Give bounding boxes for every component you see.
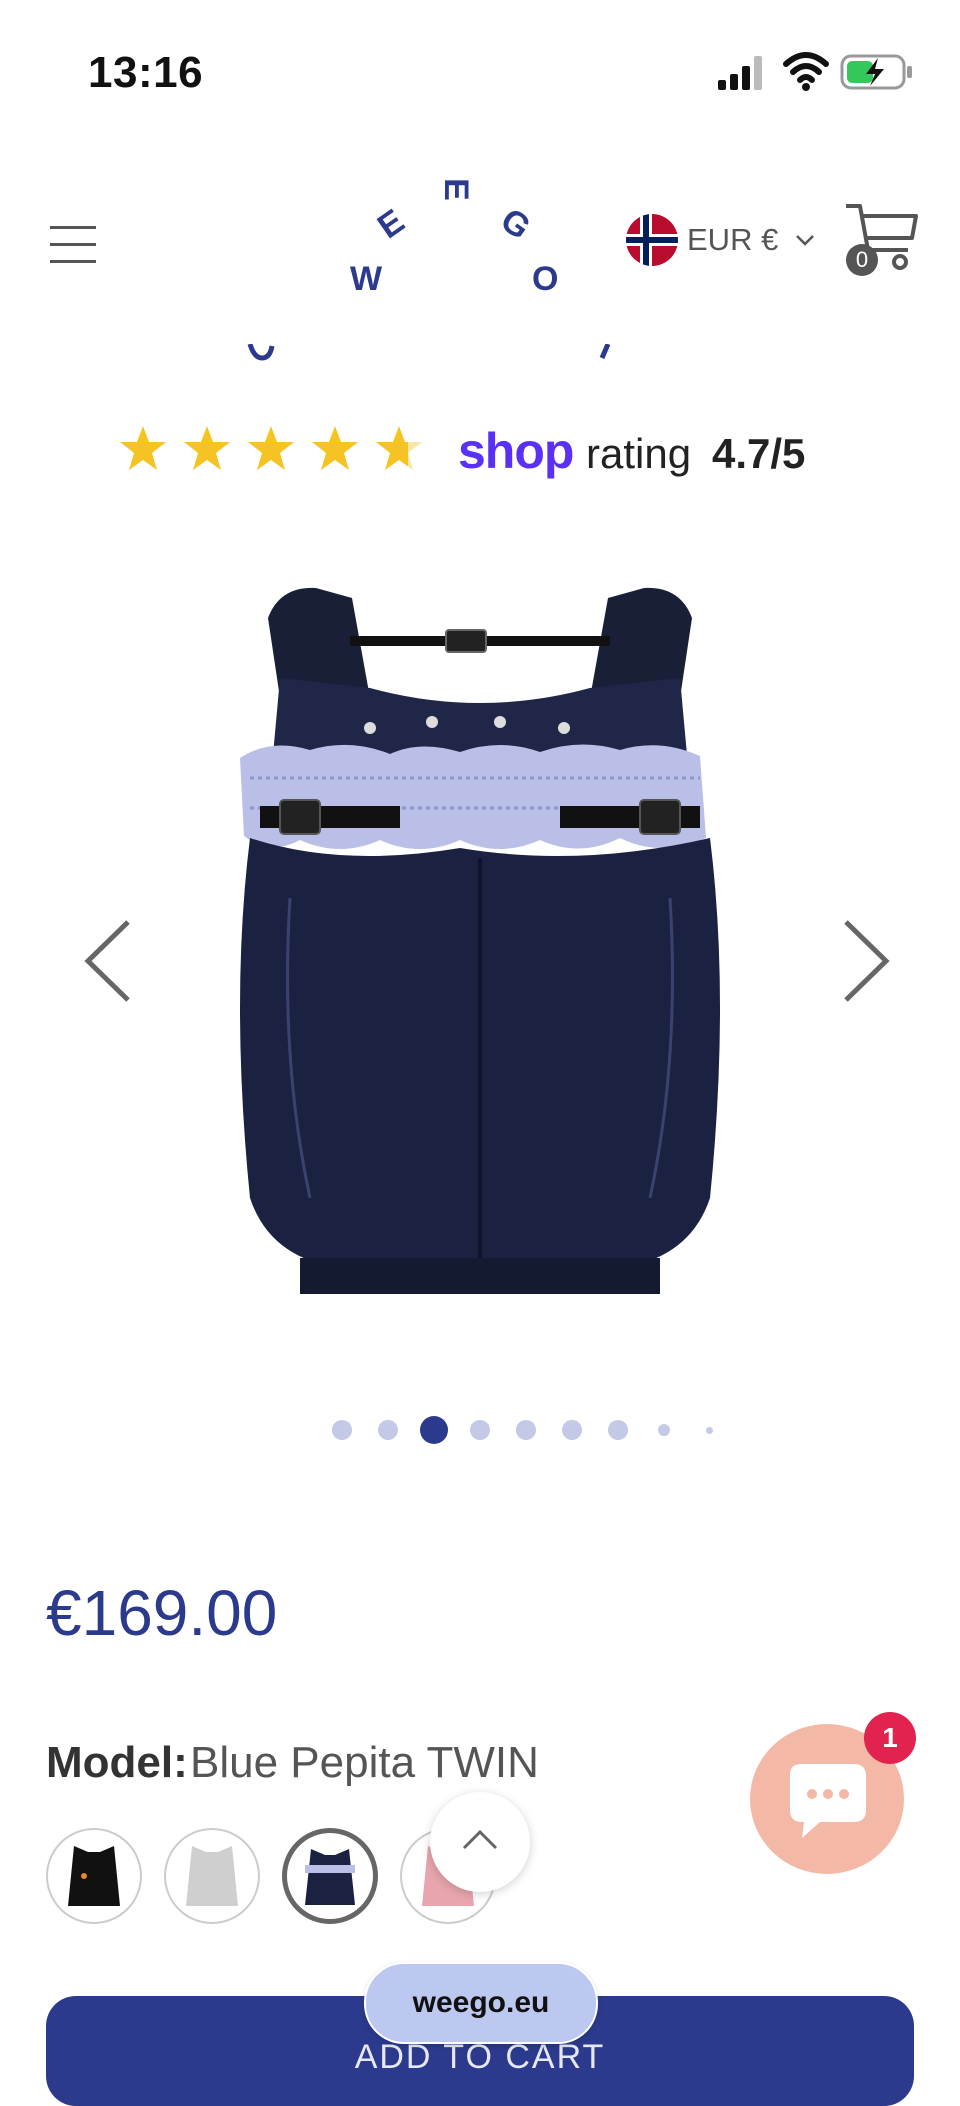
- norway-flag-icon[interactable]: [626, 214, 678, 266]
- gallery-dot-active[interactable]: [420, 1416, 448, 1444]
- chevron-up-icon: [462, 1829, 498, 1850]
- wifi-icon: [783, 52, 829, 91]
- gallery-prev-arrow-icon[interactable]: [78, 916, 138, 1006]
- currency-selector[interactable]: EUR €: [687, 222, 778, 258]
- gallery-dot[interactable]: [378, 1420, 398, 1440]
- browser-url-pill[interactable]: weego.eu: [364, 1962, 598, 2044]
- carrier-grey-thumbnail-icon: [186, 1846, 238, 1906]
- logo-letter-e2: E: [436, 178, 475, 201]
- gallery-dot[interactable]: [470, 1420, 490, 1440]
- gallery-dot[interactable]: [706, 1427, 713, 1434]
- carrier-black-thumbnail-icon: [68, 1846, 120, 1906]
- carrier-navy-thumbnail-icon: [305, 1849, 355, 1905]
- model-label: Model:: [46, 1738, 188, 1787]
- back-to-top-button[interactable]: [430, 1792, 530, 1892]
- logo-letter-w: W: [350, 260, 383, 298]
- swatch-blue-pepita-selected[interactable]: [282, 1828, 378, 1924]
- rating-stars: [120, 426, 422, 470]
- gallery-dot[interactable]: [608, 1420, 628, 1440]
- rating-value: 4.7/5: [712, 430, 806, 477]
- shop-logo-text: shop: [458, 423, 574, 479]
- chat-notification-badge: 1: [864, 1712, 916, 1764]
- gallery-dot[interactable]: [332, 1420, 352, 1440]
- battery-charging-icon: [840, 54, 912, 90]
- rating-label: rating: [586, 430, 692, 477]
- cart-count-badge[interactable]: 0: [846, 244, 878, 276]
- chevron-down-icon[interactable]: [794, 230, 816, 250]
- status-time: 13:16: [88, 48, 204, 97]
- product-image-carrier[interactable]: [220, 578, 740, 1298]
- logo-letter-g: G: [493, 200, 538, 248]
- clipped-heading-fragment: [247, 344, 611, 361]
- gallery-dot[interactable]: [516, 1420, 536, 1440]
- gallery-dot[interactable]: [658, 1424, 670, 1436]
- swatch-black[interactable]: [46, 1828, 142, 1924]
- hamburger-menu-icon[interactable]: [48, 222, 98, 268]
- weego-logo[interactable]: W E E G O: [330, 170, 590, 310]
- model-value: Blue Pepita TWIN: [190, 1738, 539, 1787]
- swatch-grey[interactable]: [164, 1828, 260, 1924]
- gallery-dot[interactable]: [562, 1420, 582, 1440]
- logo-letter-o: O: [532, 260, 559, 298]
- gallery-next-arrow-icon[interactable]: [836, 916, 896, 1006]
- product-price: €169.00: [46, 1577, 278, 1649]
- cellular-signal-icon: [718, 56, 762, 90]
- gallery-pagination-dots: [320, 1414, 740, 1444]
- logo-letter-e1: E: [370, 202, 412, 247]
